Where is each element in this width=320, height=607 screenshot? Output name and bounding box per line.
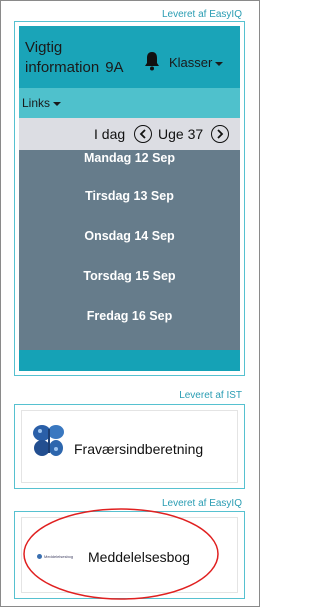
next-week-button[interactable]: [211, 125, 229, 143]
widget-title: Vigtig information 9A: [25, 38, 135, 78]
highlight-ellipse: [23, 508, 219, 600]
week-navigation: I dag Uge 37: [19, 118, 240, 150]
class-name: 9A: [105, 59, 124, 76]
day-item[interactable]: Fredag 16 Sep: [19, 309, 240, 323]
klasser-dropdown[interactable]: Klasser: [169, 55, 224, 70]
bell-icon[interactable]: [143, 51, 161, 76]
provider-label-easyiq: Leveret af EasyIQ: [161, 9, 242, 20]
day-item[interactable]: Tirsdag 13 Sep: [19, 189, 240, 203]
klasser-label: Klasser: [169, 55, 213, 70]
absence-label: Fraværsindberetning: [74, 441, 204, 457]
absence-widget: Fraværsindberetning: [14, 404, 245, 489]
previous-week-button[interactable]: [134, 125, 152, 143]
day-item[interactable]: Torsdag 15 Sep: [19, 269, 240, 283]
chevron-down-icon: [215, 61, 224, 66]
links-dropdown[interactable]: Links: [22, 96, 62, 110]
links-label: Links: [22, 96, 51, 110]
widget-panel: Leveret af EasyIQ Vigtig information 9A K…: [0, 0, 260, 607]
provider-label-ist: Leveret af IST: [179, 390, 242, 401]
absence-tile[interactable]: Fraværsindberetning: [21, 410, 238, 483]
butterfly-icon: [32, 423, 66, 464]
widget-footer: [19, 350, 240, 371]
day-list: Mandag 12 Sep Tirsdag 13 Sep Onsdag 14 S…: [19, 150, 240, 350]
links-bar: Links: [19, 88, 240, 118]
day-item[interactable]: Onsdag 14 Sep: [19, 229, 240, 243]
widget-header: Vigtig information 9A Klasser: [19, 26, 240, 88]
day-item[interactable]: Mandag 12 Sep: [19, 151, 240, 165]
title-line2: information: [25, 59, 100, 76]
week-label: Uge 37: [158, 126, 204, 142]
title-line1: Vigtig: [25, 39, 63, 56]
chevron-left-icon: [139, 129, 146, 139]
today-button[interactable]: I dag: [94, 126, 125, 142]
chevron-down-icon: [53, 101, 62, 106]
chevron-right-icon: [217, 129, 224, 139]
important-info-widget: Vigtig information 9A Klasser Links I da…: [14, 21, 245, 376]
